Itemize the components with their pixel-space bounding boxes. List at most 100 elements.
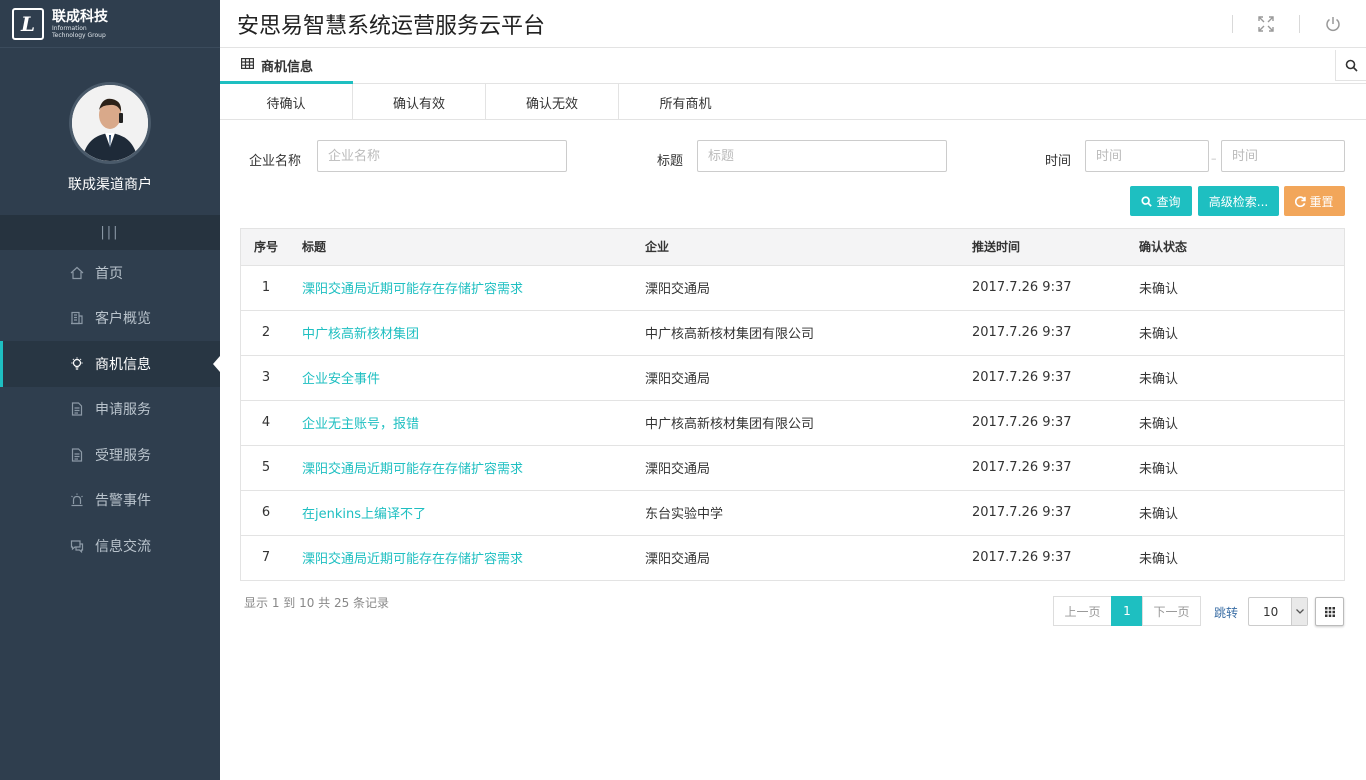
sidebar-item-label: 申请服务 [95, 402, 151, 419]
brand-name: 联成科技 [52, 8, 108, 25]
page-number-button[interactable]: 1 [1111, 596, 1143, 626]
header: 安思易智慧系统运营服务云平台 [220, 0, 1366, 48]
tab-search-button[interactable] [1335, 50, 1366, 81]
document-icon [69, 447, 85, 463]
sidebar-item-label: 客户概览 [95, 311, 151, 328]
opportunity-title-link[interactable]: 溧阳交通局近期可能存在存储扩容需求 [291, 265, 645, 311]
lightbulb-icon [69, 356, 85, 372]
reset-button[interactable]: 重置 [1284, 186, 1345, 216]
company-input[interactable] [317, 140, 567, 172]
cell-push-time: 2017.7.26 9:37 [972, 265, 1139, 311]
title-input[interactable] [697, 140, 947, 172]
cell-push-time: 2017.7.26 9:37 [972, 400, 1139, 446]
search-icon [1141, 195, 1153, 207]
avatar[interactable] [69, 82, 151, 164]
cell-no: 4 [241, 400, 291, 446]
grid-view-button[interactable] [1315, 597, 1344, 626]
header-actions [1232, 0, 1366, 48]
title-label: 标题 [657, 154, 684, 169]
grid-icon [1324, 606, 1335, 617]
table-row[interactable]: 4 企业无主账号，报错 中广核高新核材集团有限公司 2017.7.26 9:37 未确认 [241, 400, 1344, 446]
cell-push-time: 2017.7.26 9:37 [972, 445, 1139, 491]
cell-push-time: 2017.7.26 9:37 [972, 550, 1072, 566]
tab-label: 商机信息 [261, 60, 314, 75]
column-header-no[interactable]: 序号 [241, 229, 291, 266]
table-row[interactable]: 5 溧阳交通局近期可能存在存储扩容需求 溧阳交通局 2017.7.26 9:37 未确认 [241, 445, 1344, 491]
column-header-time[interactable]: 推送时间 [972, 229, 1139, 266]
column-header-status[interactable]: 确认状态 [1139, 229, 1344, 266]
table-row[interactable]: 6 在jenkins上编译不了 东台实验中学 2017.7.26 9:37 未确认 [241, 490, 1344, 536]
table-row[interactable]: 2 中广核高新核材集团 中广核高新核材集团有限公司 2017.7.26 9:37 未确认 [241, 310, 1344, 356]
column-header-company[interactable]: 企业 [645, 229, 972, 266]
sidebar-item-messages[interactable]: 信息交流 [0, 523, 220, 569]
sidebar-item-customers[interactable]: 客户概览 [0, 296, 220, 342]
brand-logo[interactable]: L 联成科技 Information Technology Group [0, 0, 220, 48]
tab-opportunities[interactable]: 商机信息 [241, 48, 313, 84]
cell-push-time: 2017.7.26 9:37 [972, 310, 1139, 356]
column-header-title[interactable]: 标题 [291, 229, 645, 266]
time-separator: – [1211, 152, 1217, 165]
advanced-search-button[interactable]: 高级检索... [1198, 186, 1279, 216]
next-page-button[interactable]: 下一页 [1142, 596, 1201, 626]
cell-status: 未确认 [1139, 445, 1344, 491]
cell-status: 未确认 [1139, 490, 1344, 536]
sidebar-item-accept-service[interactable]: 受理服务 [0, 432, 220, 478]
cell-status: 未确认 [1139, 400, 1344, 446]
jump-link[interactable]: 跳转 [1214, 604, 1238, 621]
cell-no: 6 [241, 490, 291, 536]
opportunity-title-link[interactable]: 企业安全事件 [291, 355, 645, 401]
opportunity-title-link[interactable]: 溧阳交通局近期可能存在存储扩容需求 [291, 535, 645, 580]
prev-page-button[interactable]: 上一页 [1053, 596, 1112, 626]
query-button[interactable]: 查询 [1130, 186, 1192, 216]
sidebar-item-label: 商机信息 [95, 356, 151, 373]
logout-button[interactable] [1300, 0, 1366, 48]
menu-bars-icon: ||| [100, 225, 120, 240]
sidebar-item-home[interactable]: 首页 [0, 250, 220, 296]
fullscreen-icon [1258, 16, 1274, 32]
sidebar-item-label: 首页 [95, 265, 123, 282]
sidebar-item-label: 信息交流 [95, 538, 151, 555]
filter-actions: 查询 高级检索... 重置 [220, 182, 1366, 229]
cell-company: 溧阳交通局 [645, 265, 972, 311]
main-content: 安思易智慧系统运营服务云平台 商机信息 待确认 确认有效 确认无效 所有商机 企… [220, 0, 1366, 780]
time-label: 时间 [1045, 154, 1072, 169]
record-summary: 显示 1 到 10 共 25 条记录 [244, 596, 390, 610]
fullscreen-button[interactable] [1233, 0, 1299, 48]
reset-label: 重置 [1309, 194, 1334, 209]
subtab-all[interactable]: 所有商机 [619, 84, 752, 120]
opportunity-title-link[interactable]: 在jenkins上编译不了 [291, 490, 645, 536]
subtab-invalid[interactable]: 确认无效 [486, 84, 619, 120]
sidebar-item-alarm-events[interactable]: 告警事件 [0, 478, 220, 524]
opportunity-title-link[interactable]: 中广核高新核材集团 [291, 310, 645, 356]
logo-text: 联成科技 Information Technology Group [52, 9, 108, 39]
pagination: 上一页 1 下一页 [1053, 596, 1201, 626]
table-row[interactable]: 1 溧阳交通局近期可能存在存储扩容需求 溧阳交通局 2017.7.26 9:37 未确认 [241, 265, 1344, 311]
sidebar-item-apply-service[interactable]: 申请服务 [0, 387, 220, 433]
brand-sub-line-1: Information [52, 24, 87, 32]
cell-no: 2 [241, 310, 291, 356]
cell-push-time: 2017.7.26 9:37 [972, 355, 1139, 401]
subtab-pending[interactable]: 待确认 [220, 84, 353, 120]
opportunity-title-link[interactable]: 企业无主账号，报错 [291, 400, 645, 446]
profile-name: 联成渠道商户 [68, 177, 152, 193]
sidebar-item-opportunities[interactable]: 商机信息 [0, 341, 220, 387]
alarm-icon [69, 492, 85, 508]
cell-status: 未确认 [1139, 552, 1179, 568]
table-row[interactable]: 3 企业安全事件 溧阳交通局 2017.7.26 9:37 未确认 [241, 355, 1344, 401]
power-icon [1326, 17, 1340, 32]
document-icon [69, 401, 85, 417]
user-profile: 联成渠道商户 [0, 48, 220, 215]
time-end-input[interactable] [1221, 140, 1345, 172]
cell-company: 中广核高新核材集团有限公司 [645, 400, 972, 446]
time-start-input[interactable] [1085, 140, 1209, 172]
sidebar-collapse-toggle[interactable]: ||| [0, 215, 220, 250]
table-row[interactable]: 7 溧阳交通局近期可能存在存储扩容需求 溧阳交通局 2017.7.26 9:37 未确认 [241, 535, 1344, 580]
sidebar: L 联成科技 Information Technology Group 联成渠道… [0, 0, 220, 780]
active-tab-indicator [220, 81, 353, 84]
subtab-valid[interactable]: 确认有效 [353, 84, 486, 120]
page-size-select[interactable]: 10 [1248, 597, 1308, 626]
opportunity-title-link[interactable]: 溧阳交通局近期可能存在存储扩容需求 [291, 445, 645, 491]
refresh-icon [1295, 195, 1307, 207]
table-icon [241, 58, 255, 73]
cell-company: 东台实验中学 [645, 490, 972, 536]
